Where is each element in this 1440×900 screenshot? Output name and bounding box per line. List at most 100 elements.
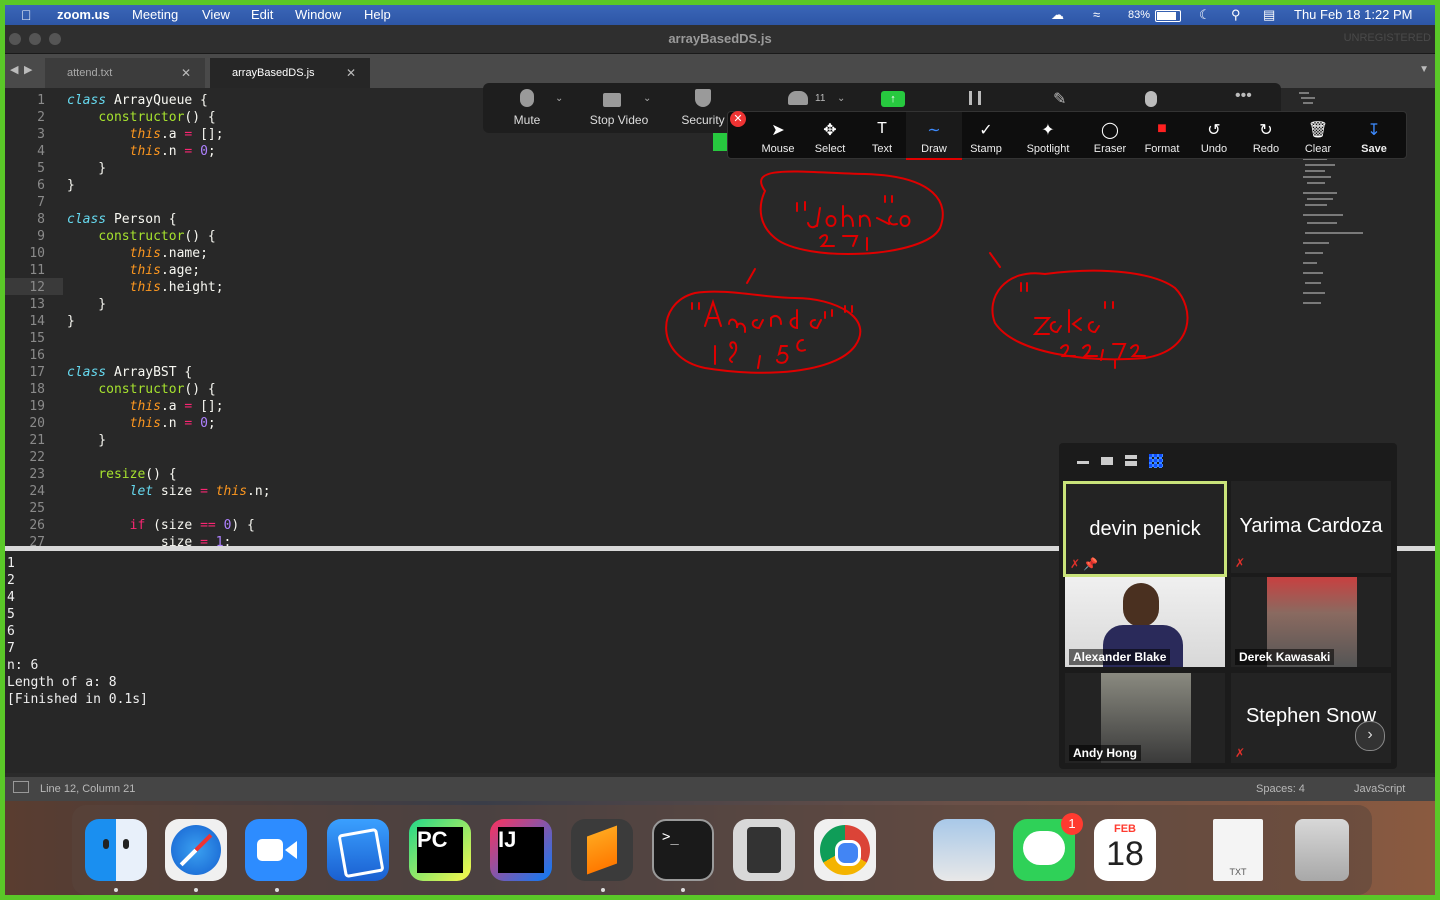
calendar-icon[interactable]: FEB 18 [1094,819,1156,881]
console-line: 1 [7,556,15,571]
menu-help[interactable]: Help [364,7,391,22]
annotate-eraser-button[interactable]: ◯ Eraser [1082,112,1138,158]
annotate-mouse-button[interactable]: ➤ Mouse [750,112,806,158]
security-shield-icon[interactable] [695,89,711,107]
indentation-setting[interactable]: Spaces: 4 [1256,783,1305,795]
tab-close-icon[interactable]: ✕ [181,66,191,80]
nav-forward-icon[interactable]: ▶ [24,63,32,76]
annotate-spotlight-button[interactable]: ✦ Spotlight [1020,112,1076,158]
safari-icon[interactable] [165,819,227,881]
txt-file-label: TXT [1229,867,1247,877]
tab-label: attend.txt [67,67,113,79]
tab-arraybasedds[interactable]: arrayBasedDS.js ✕ [210,58,370,88]
chrome-icon[interactable] [814,819,876,881]
console-line: 2 [7,573,15,588]
menu-edit[interactable]: Edit [251,7,273,22]
participants-icon[interactable] [788,91,808,105]
annotate-undo-button[interactable]: ↺ Undo [1186,112,1242,158]
txt-file-icon[interactable]: TXT [1213,819,1263,881]
panel-toggle-icon[interactable] [13,781,29,793]
annotate-stamp-button[interactable]: ✓ Stamp [958,112,1014,158]
security-button[interactable]: Security [673,113,733,127]
participant-name: Derek Kawasaki [1235,649,1335,665]
intellij-label: IJ [498,827,544,873]
messages-badge: 1 [1061,813,1083,835]
menu-view[interactable]: View [202,7,230,22]
annotate-save-button[interactable]: ↧ Save [1346,112,1402,158]
close-annotation-icon[interactable]: ✕ [730,111,746,127]
trash-icon[interactable] [1295,819,1349,881]
pycharm-icon[interactable]: PC [409,819,471,881]
microphone-icon[interactable] [520,89,534,107]
clear-icon: 🗑 [1307,122,1329,139]
annotate-button-label: Undo [1200,143,1228,155]
strip-view-icon[interactable] [1125,455,1137,466]
clock[interactable]: Thu Feb 18 1:22 PM [1294,7,1413,22]
video-camera-icon[interactable] [603,93,621,107]
active-speaker-view-icon[interactable] [1101,457,1113,465]
console-line: [Finished in 0.1s] [7,692,148,707]
pause-share-icon[interactable] [969,91,972,105]
annotate-redo-button[interactable]: ↻ Redo [1238,112,1294,158]
mouse-icon: ➤ [771,122,785,139]
tab-label: arrayBasedDS.js [232,67,315,79]
terminal-icon[interactable]: >_ [652,819,714,881]
eraser-icon: ◯ [1101,122,1119,139]
participant-tile-devin[interactable]: devin penick ✗ 📌 [1063,481,1227,577]
sublime-text-icon[interactable] [571,819,633,881]
stamp-icon: ✓ [979,122,993,139]
annotate-button-label: Mouse [761,143,795,155]
preview-icon[interactable] [933,819,995,881]
participant-tile-andy[interactable]: Andy Hong [1065,673,1225,763]
mute-button[interactable]: Mute [507,113,547,127]
tab-list-icon[interactable]: ▼ [1419,64,1429,75]
share-indicator [713,133,727,151]
participant-tile-derek[interactable]: Derek Kawasaki [1231,577,1391,667]
menu-meeting[interactable]: Meeting [132,7,178,22]
gallery-view-icon[interactable] [1149,454,1163,468]
console-line: n: 6 [7,658,39,673]
participant-tile-yarima[interactable]: Yarima Cardoza ✗ [1231,481,1391,573]
search-icon[interactable]: ⚲ [1231,7,1241,23]
mute-options-chevron-icon[interactable]: ⌄ [555,93,563,104]
next-page-icon[interactable]: › [1355,721,1385,751]
format-icon: ■ [1157,120,1167,137]
annotate-clear-button[interactable]: 🗑 Clear [1290,112,1346,158]
more-options-icon[interactable]: ••• [1235,87,1252,105]
intellij-icon[interactable]: IJ [490,819,552,881]
nav-back-icon[interactable]: ◀ [10,63,18,76]
undo-icon: ↺ [1207,122,1221,139]
calculator-icon[interactable] [733,819,795,881]
tab-attend[interactable]: attend.txt ✕ [45,58,205,88]
participants-chevron-icon[interactable]: ⌄ [837,93,845,104]
annotate-button-label: Text [871,143,893,155]
annotate-format-button[interactable]: ■ Format [1134,112,1190,158]
annotate-draw-button[interactable]: ∼ Draw [906,112,962,160]
draw-icon: ∼ [927,122,941,139]
stop-video-button[interactable]: Stop Video [579,113,659,127]
zoom-icon[interactable] [245,819,307,881]
apple-icon[interactable]:  [21,7,32,23]
control-center-icon[interactable]: ▤ [1263,7,1275,23]
participant-name: devin penick [1089,518,1201,540]
minimize-video-icon[interactable] [1077,461,1089,464]
finder-icon[interactable] [85,819,147,881]
video-options-chevron-icon[interactable]: ⌄ [643,93,651,104]
menu-window[interactable]: Window [295,7,341,22]
annotate-text-button[interactable]: T Text [854,112,910,158]
participant-tile-alexander[interactable]: Alexander Blake [1065,577,1225,667]
participant-tile-stephen[interactable]: Stephen Snow ✗ › [1231,673,1391,763]
annotate-select-button[interactable]: ✥ Select [802,112,858,158]
share-screen-icon[interactable]: ↑ [881,91,905,107]
cloud-icon[interactable]: ☁ [1051,7,1064,23]
annotate-button-label: Select [814,143,846,155]
remote-control-icon[interactable] [1145,91,1157,107]
battery-icon[interactable] [1155,10,1181,22]
syntax-setting[interactable]: JavaScript [1354,783,1405,795]
menu-app-name[interactable]: zoom.us [57,7,110,22]
annotate-pencil-icon[interactable]: ✎ [1053,89,1066,109]
moon-icon[interactable]: ☾ [1199,7,1211,23]
xcode-icon[interactable] [327,819,389,881]
wifi-icon[interactable]: ≈ [1093,7,1100,22]
tab-close-icon[interactable]: ✕ [346,66,356,80]
